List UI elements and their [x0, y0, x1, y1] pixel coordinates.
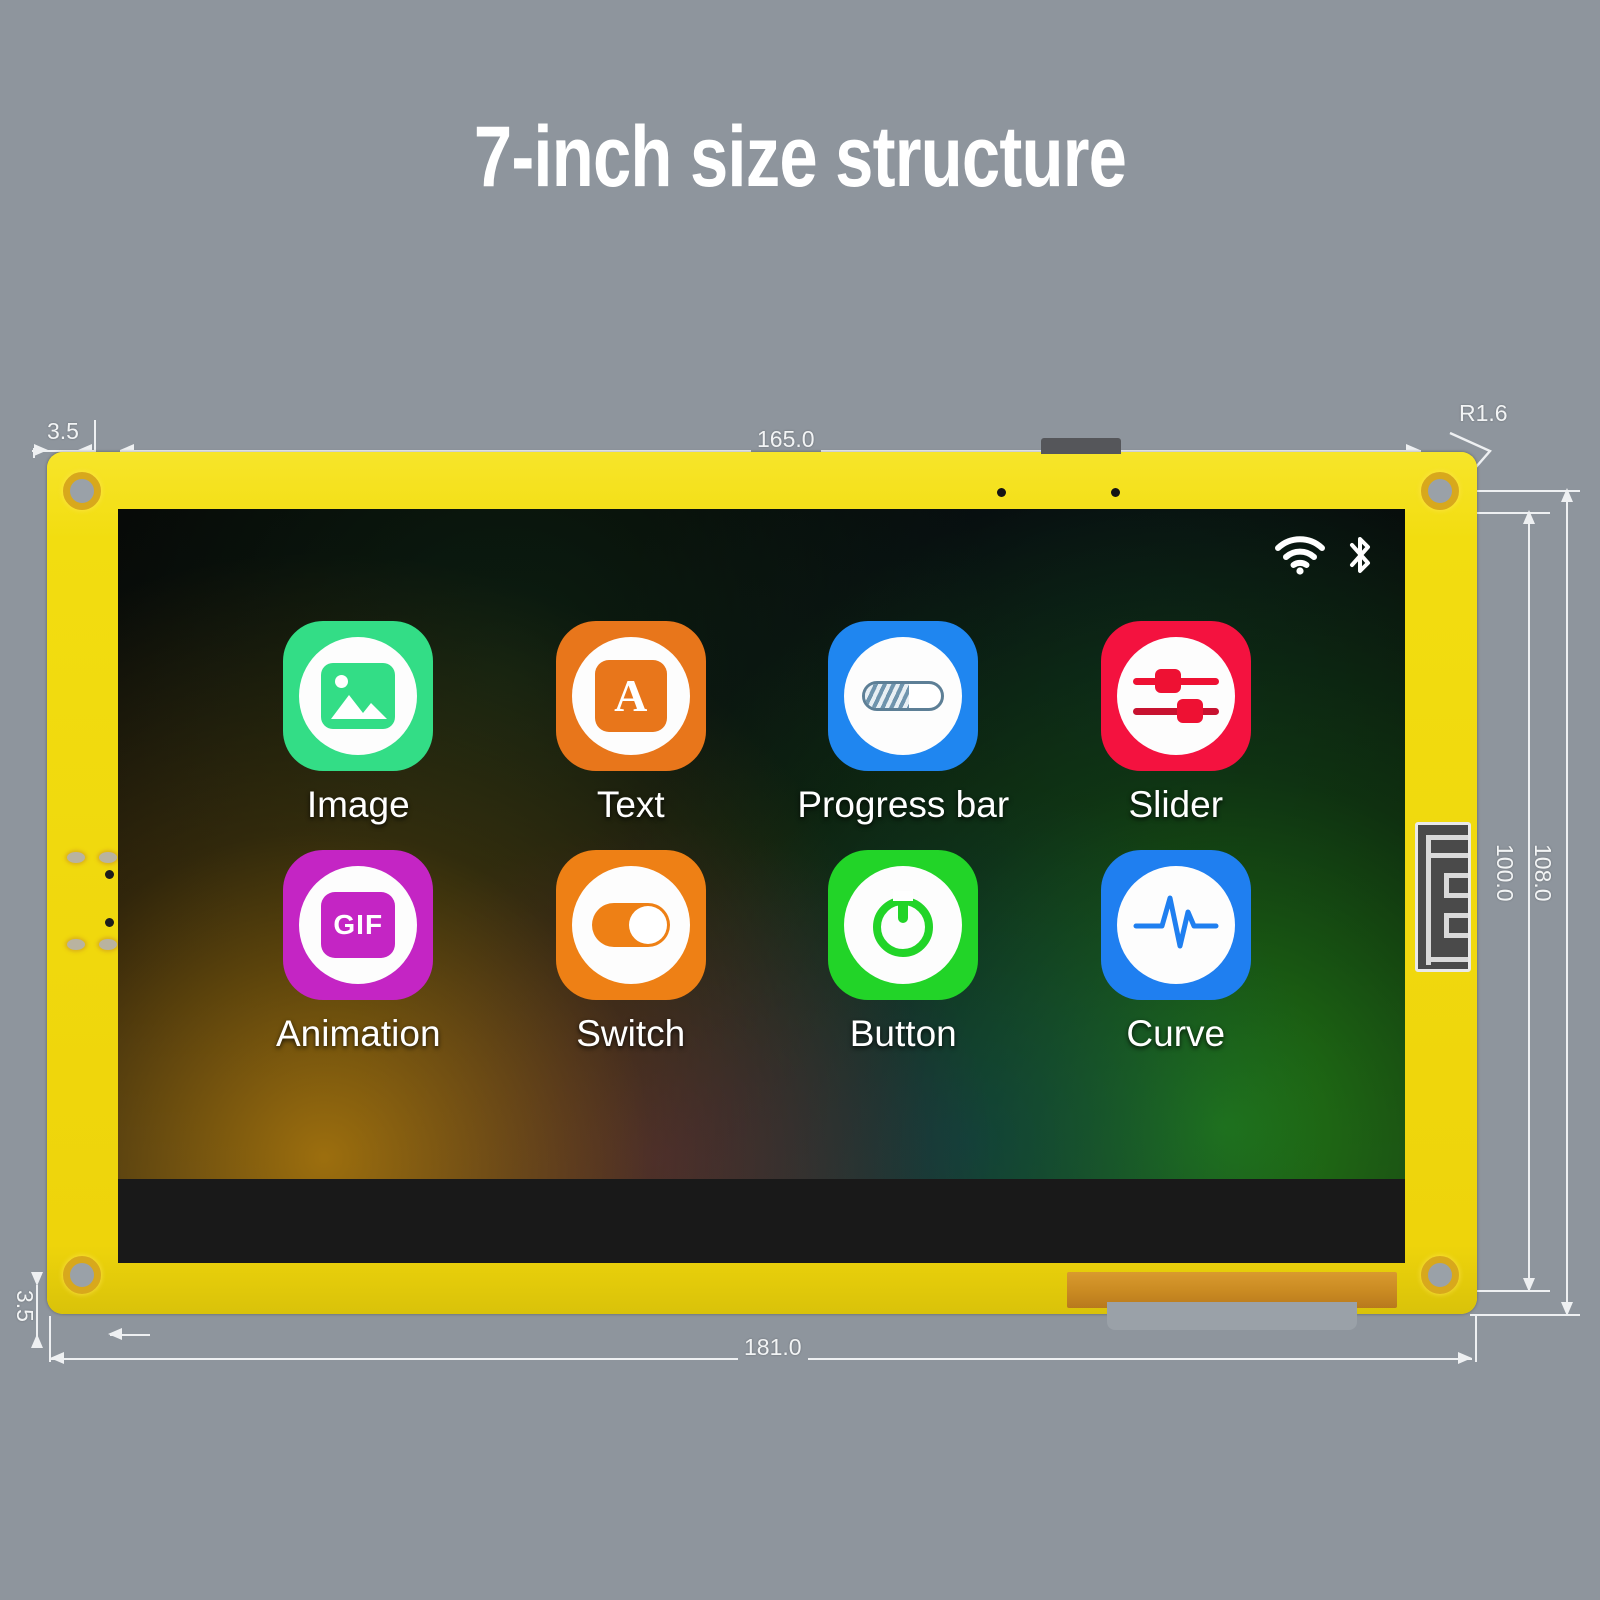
screen-bottom-bar: [118, 1179, 1405, 1263]
app-label-progress-bar: Progress bar: [797, 784, 1010, 825]
pcb-antenna-icon: [1415, 822, 1471, 972]
app-tile-animation[interactable]: GIF: [283, 850, 434, 1000]
wifi-icon: [1273, 535, 1327, 580]
dim-arrow: [31, 1272, 43, 1286]
mounting-hole-bottom-right: [1421, 1256, 1459, 1294]
app-tile-image[interactable]: [283, 621, 434, 771]
pcb-via: [105, 870, 114, 879]
image-icon: [321, 663, 396, 729]
dim-line: [1475, 1316, 1477, 1362]
app-label-curve: Curve: [1126, 1013, 1226, 1054]
mounting-hole-top-right: [1421, 472, 1459, 510]
solder-pad: [67, 939, 85, 950]
app-item-image[interactable]: Image: [222, 621, 495, 826]
dim-line: [49, 1316, 51, 1362]
pcb-via: [105, 918, 114, 927]
dim-arrow: [31, 1334, 43, 1348]
fpc-connector: [1107, 1302, 1357, 1330]
page-title: 7-inch size structure: [473, 109, 1127, 205]
progress-bar-icon: [862, 681, 945, 711]
status-bar: [1273, 533, 1377, 582]
app-tile-button[interactable]: [828, 850, 979, 1000]
slider-icon: [1132, 669, 1219, 723]
dim-top-left-margin: 3.5: [47, 418, 79, 444]
app-item-switch[interactable]: Switch: [495, 850, 768, 1055]
mounting-hole-bottom-left: [63, 1256, 101, 1294]
solder-pad: [67, 852, 85, 863]
lcd-module-board: Image A Text Progress bar Slider GIF Ani…: [47, 438, 1477, 1330]
waveform-icon: [1130, 888, 1222, 963]
dim-board-height: 108.0: [1529, 838, 1556, 908]
pcb-via: [997, 488, 1006, 497]
gif-icon: GIF: [321, 892, 396, 958]
dim-line: [1470, 490, 1580, 492]
dim-line: [1566, 490, 1568, 1314]
app-tile-switch[interactable]: [555, 850, 706, 1000]
solder-pad: [99, 939, 117, 950]
app-label-switch: Switch: [576, 1013, 686, 1054]
dim-arrow: [50, 1352, 64, 1364]
app-tile-progress-bar[interactable]: [828, 621, 979, 771]
app-label-image: Image: [306, 784, 410, 825]
dim-display-width: 165.0: [751, 426, 821, 453]
app-label-animation: Animation: [275, 1013, 441, 1054]
app-tile-slider[interactable]: [1100, 621, 1251, 771]
solder-pad: [99, 852, 117, 863]
lcd-screen[interactable]: Image A Text Progress bar Slider GIF Ani…: [118, 509, 1405, 1263]
app-tile-text[interactable]: A: [555, 621, 706, 771]
app-item-text[interactable]: A Text: [495, 621, 768, 826]
app-tile-curve[interactable]: [1100, 850, 1251, 1000]
dim-board-width: 181.0: [738, 1334, 808, 1361]
dim-arrow: [1458, 1352, 1472, 1364]
app-item-curve[interactable]: Curve: [1040, 850, 1313, 1055]
app-label-button: Button: [849, 1013, 957, 1054]
dim-display-height: 100.0: [1491, 838, 1518, 908]
pcb-via: [1111, 488, 1120, 497]
top-connector-tab: [1041, 438, 1121, 454]
app-label-text: Text: [596, 784, 665, 825]
toggle-switch-icon: [591, 903, 670, 947]
app-item-progress-bar[interactable]: Progress bar: [767, 621, 1040, 826]
dim-arrow: [34, 444, 48, 456]
dim-line: [33, 448, 35, 458]
app-item-slider[interactable]: Slider: [1040, 621, 1313, 826]
mounting-hole-top-left: [63, 472, 101, 510]
power-button-icon: [863, 883, 943, 968]
dim-arrow: [108, 1328, 122, 1340]
dim-line: [36, 1285, 38, 1341]
bluetooth-icon: [1343, 533, 1377, 582]
dim-bottom-left-margin: 3.5: [12, 1290, 38, 1322]
app-grid: Image A Text Progress bar Slider GIF Ani…: [222, 621, 1312, 1055]
dim-line: [1470, 1314, 1580, 1316]
app-label-slider: Slider: [1128, 784, 1224, 825]
dim-line: [1528, 512, 1530, 1290]
app-item-animation[interactable]: GIF Animation: [222, 850, 495, 1055]
app-item-button[interactable]: Button: [767, 850, 1040, 1055]
text-a-icon: A: [594, 660, 667, 732]
